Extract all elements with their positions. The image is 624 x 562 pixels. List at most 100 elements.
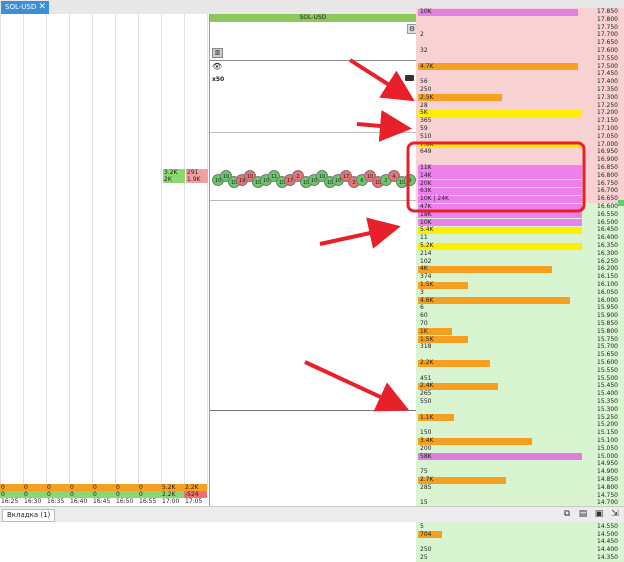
- chart-icon[interactable]: ▥: [212, 48, 223, 58]
- ladder-row[interactable]: 4K 16.200: [416, 265, 624, 274]
- ladder-row[interactable]: 102 16.250: [416, 257, 624, 266]
- ladder-row[interactable]: 2.5K 17.300: [416, 93, 624, 102]
- volume-value: 704: [420, 530, 432, 538]
- ladder-row[interactable]: 1.1K 15.250: [416, 413, 624, 422]
- ladder-row[interactable]: 17.800: [416, 15, 624, 24]
- ladder-row[interactable]: 17.450: [416, 70, 624, 79]
- ladder-row[interactable]: 47K 16.600: [416, 203, 624, 211]
- ladder-row[interactable]: 14.450: [416, 538, 624, 547]
- ladder-row[interactable]: 365 17.150: [416, 117, 624, 125]
- ladder-row[interactable]: 4.7K 17.500: [416, 62, 624, 71]
- volume-value: 150: [420, 429, 432, 437]
- ladder-row[interactable]: 14K 16.800: [416, 171, 624, 180]
- ladder-row[interactable]: 10K 17.850: [416, 8, 624, 16]
- ladder-row[interactable]: 5.2K 16.350: [416, 242, 624, 250]
- ladder-row[interactable]: 1.5K 15.750: [416, 335, 624, 344]
- ladder-row[interactable]: 11 16.400: [416, 234, 624, 242]
- tab-sol-usd[interactable]: SOL-USD ✕: [1, 1, 49, 14]
- volume-value: 10K | 24K: [420, 195, 449, 203]
- ladder-row[interactable]: 3 16.050: [416, 288, 624, 297]
- keyboard-icon[interactable]: [405, 75, 414, 81]
- volume-value: 4K: [420, 265, 428, 273]
- ladder-row[interactable]: 15.650: [416, 351, 624, 359]
- ladder-row[interactable]: 18K 16.550: [416, 210, 624, 219]
- ladder-row[interactable]: 649 16.950: [416, 148, 624, 157]
- ladder-row[interactable]: 214 16.300: [416, 249, 624, 258]
- ladder-row[interactable]: 15.550: [416, 366, 624, 375]
- ladder-row[interactable]: 5 14.550: [416, 522, 624, 531]
- ladder-row[interactable]: 2.7K 14.850: [416, 476, 624, 484]
- ladder-row[interactable]: 265 15.400: [416, 390, 624, 398]
- ladder-row[interactable]: 3.4K 15.100: [416, 437, 624, 445]
- ladder-row[interactable]: 14.950: [416, 460, 624, 469]
- bottom-tab[interactable]: Вкладка (1): [2, 509, 56, 522]
- ladder-row[interactable]: 28 17.250: [416, 101, 624, 110]
- volume-bar: [418, 453, 582, 461]
- current-price-marker: [618, 199, 624, 206]
- ladder-row[interactable]: 250 14.400: [416, 546, 624, 554]
- ladder-row[interactable]: 6 15.950: [416, 304, 624, 313]
- ladder-row[interactable]: 250 17.350: [416, 86, 624, 94]
- ladder-row[interactable]: 15.200: [416, 421, 624, 430]
- ladder-row[interactable]: 4.6K 16.000: [416, 296, 624, 305]
- ladder-row[interactable]: 5.4K 16.450: [416, 226, 624, 235]
- ladder-row[interactable]: 16.900: [416, 156, 624, 164]
- ladder-row[interactable]: 25 14.350: [416, 554, 624, 562]
- ladder-row[interactable]: 510 17.050: [416, 132, 624, 141]
- ladder-row[interactable]: 10K | 24K 16.650: [416, 195, 624, 203]
- close-icon[interactable]: ✕: [38, 1, 46, 14]
- ladder-row[interactable]: 318 15.700: [416, 343, 624, 352]
- ladder-row[interactable]: 15.300: [416, 405, 624, 414]
- ladder-row[interactable]: 17.750: [416, 23, 624, 32]
- ladder-row[interactable]: 1.5K 16.100: [416, 281, 624, 289]
- ladder-row[interactable]: 70 15.850: [416, 320, 624, 328]
- ladder-row[interactable]: 75 14.900: [416, 468, 624, 476]
- layout-icon[interactable]: ▤: [578, 509, 588, 519]
- ladder-row[interactable]: 10K 16.500: [416, 218, 624, 227]
- volume-value: 550: [420, 398, 432, 405]
- ladder-row[interactable]: 60 15.900: [416, 312, 624, 320]
- ladder-row[interactable]: 56 17.400: [416, 78, 624, 86]
- ladder-row[interactable]: 150 15.150: [416, 429, 624, 437]
- ladder-row[interactable]: 285 14.800: [416, 483, 624, 492]
- timeline-cell: -524: [184, 491, 207, 498]
- price-value: 17.500: [597, 62, 618, 70]
- ladder-row[interactable]: 58K 15.000: [416, 452, 624, 461]
- ladder-row[interactable]: 451 15.500: [416, 374, 624, 383]
- ladder-row[interactable]: 2.2K 15.600: [416, 359, 624, 367]
- ladder-row[interactable]: 5K 17.200: [416, 109, 624, 118]
- ladder-row[interactable]: 32 17.600: [416, 47, 624, 55]
- volume-value: 649: [420, 148, 432, 156]
- ladder-row[interactable]: 1K 15.800: [416, 327, 624, 336]
- chart-panel: SOL-USD ⚙ ▥ 👁 x50 10 10 10 19 10 10 10 11 10 17 2 1…: [209, 14, 445, 512]
- price-value: 15.500: [597, 374, 618, 382]
- timeline-cell: 5.2K: [161, 484, 184, 491]
- ladder-row[interactable]: 63K 16.700: [416, 187, 624, 196]
- volume-bar: [418, 164, 582, 172]
- eye-icon[interactable]: 👁: [212, 62, 222, 71]
- ladder-row[interactable]: 7.6K 17.000: [416, 140, 624, 149]
- price-value: 14.500: [597, 530, 618, 538]
- volume-bar: [418, 297, 570, 305]
- ladder-row[interactable]: 2 17.700: [416, 31, 624, 40]
- export-icon[interactable]: ⇲: [610, 509, 620, 519]
- timeline-cell: 16:50: [116, 498, 134, 505]
- ladder-row[interactable]: 59 17.100: [416, 125, 624, 133]
- ladder-row[interactable]: 550 15.350: [416, 398, 624, 406]
- ladder-row[interactable]: 374 16.150: [416, 273, 624, 281]
- ladder-row[interactable]: 200 15.050: [416, 444, 624, 453]
- volume-bar: [418, 141, 582, 149]
- ladder-row[interactable]: 14.750: [416, 491, 624, 500]
- ladder-row[interactable]: 2.4K 15.450: [416, 382, 624, 391]
- window-icon[interactable]: ⧉: [562, 509, 572, 519]
- ladder-row[interactable]: 20K 16.750: [416, 179, 624, 188]
- ladder-row[interactable]: 17.550: [416, 54, 624, 63]
- price-value: 14.800: [597, 483, 618, 491]
- ladder-row[interactable]: 17.650: [416, 39, 624, 47]
- save-icon[interactable]: ▣: [594, 509, 604, 519]
- price-value: 17.100: [597, 125, 618, 132]
- price-value: 17.550: [597, 54, 618, 62]
- volume-value: 2.5K: [420, 93, 434, 101]
- ladder-row[interactable]: 11K 16.850: [416, 164, 624, 172]
- ladder-row[interactable]: 704 14.500: [416, 530, 624, 539]
